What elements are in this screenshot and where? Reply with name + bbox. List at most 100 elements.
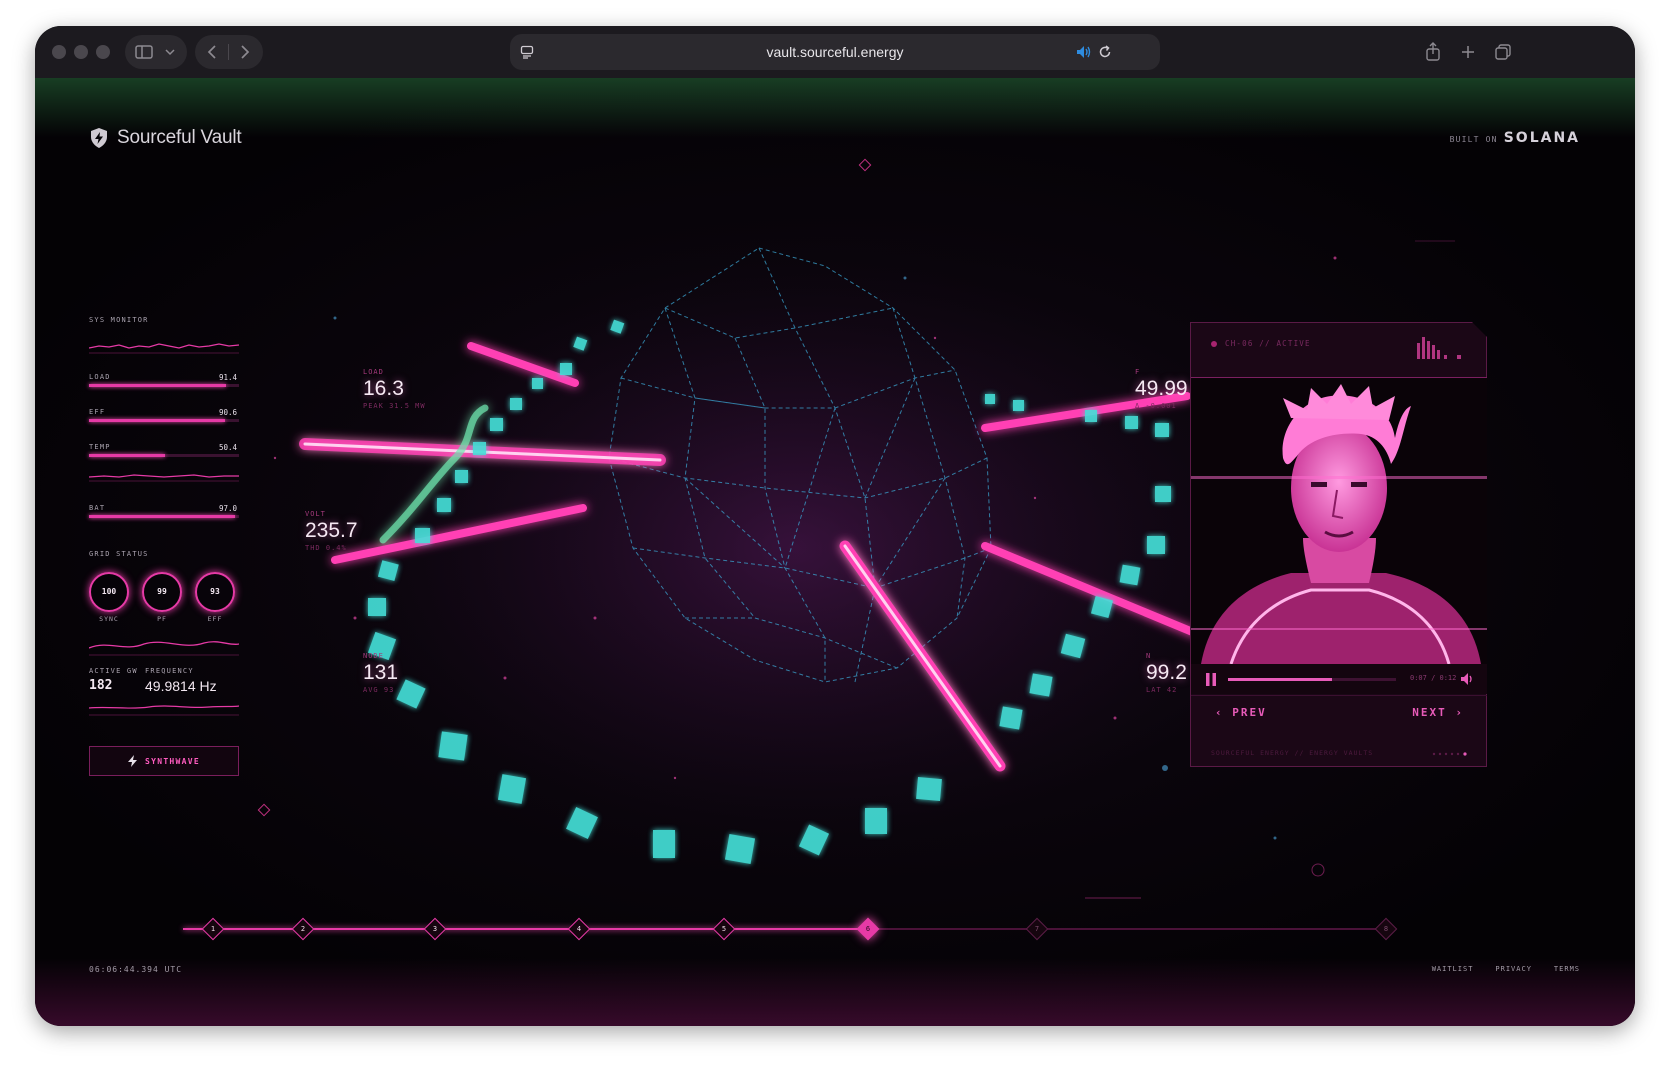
stat-node: NODE 131 AVG 93	[363, 652, 398, 694]
grid-status-title: GRID STATUS	[89, 550, 149, 558]
built-on-prefix: BUILT ON	[1449, 135, 1498, 144]
lightning-icon	[127, 755, 137, 767]
sys-monitor-title: SYS MONITOR	[89, 316, 149, 324]
stat-right-top: F 49.99 Δ -0.001	[1135, 368, 1188, 410]
stat-volt-sub: THD 0.4%	[305, 544, 347, 552]
share-icon[interactable]	[1425, 42, 1441, 62]
video-progress-bar[interactable]	[1228, 678, 1396, 681]
frequency-sparkline	[89, 705, 239, 716]
chevron-down-icon	[165, 49, 175, 56]
gauge-eff-label: EFF	[207, 615, 223, 623]
metric-eff-value: 90.6	[219, 408, 238, 417]
reload-icon[interactable]	[1098, 45, 1112, 59]
stat-right-top-value: 49.99	[1135, 377, 1188, 400]
url-text: vault.sourceful.energy	[766, 44, 904, 60]
toolbar-actions	[1425, 35, 1525, 69]
stat-right-bottom: N 99.2 LAT 42	[1146, 652, 1187, 694]
tab-overview-icon[interactable]	[1495, 44, 1511, 60]
frequency-label: FREQUENCY	[145, 667, 194, 675]
channel-status: CH-06 // ACTIVE	[1225, 339, 1311, 348]
channel-header: CH-06 // ACTIVE	[1211, 339, 1311, 348]
stat-node-value: 131	[363, 661, 399, 684]
speaker-icon[interactable]	[1076, 45, 1092, 59]
new-tab-icon[interactable]	[1461, 45, 1475, 59]
chevron-left-icon: ‹	[1215, 706, 1224, 719]
minimize-window-button[interactable]	[74, 45, 88, 59]
zoom-window-button[interactable]	[96, 45, 110, 59]
stat-right-top-sub: Δ -0.001	[1135, 402, 1177, 410]
metric-bat-label: BAT	[89, 504, 106, 512]
stat-right-bottom-sub: LAT 42	[1146, 686, 1178, 694]
temp-sparkline	[89, 474, 239, 482]
prev-label: PREV	[1232, 706, 1267, 719]
sys-monitor-sparkline	[89, 343, 239, 354]
footer-links: WAITLIST PRIVACY TERMS	[1432, 965, 1580, 973]
metric-bat-value: 97.0	[219, 504, 238, 513]
stat-load-label: LOAD	[363, 368, 384, 376]
metric-load-value: 91.4	[219, 373, 238, 382]
built-on-solana[interactable]: BUILT ON SOLANA	[1450, 130, 1580, 146]
metric-bat-bar	[89, 515, 239, 518]
active-gw-value: 182	[89, 678, 113, 693]
metric-load-bar	[89, 384, 239, 387]
sidebar-icon	[135, 45, 153, 59]
utc-clock: 06:06:44.394 UTC	[89, 965, 183, 974]
synthwave-label: SYNTHWAVE	[144, 756, 201, 766]
next-label: NEXT	[1412, 706, 1447, 719]
stat-node-label: NODE	[363, 652, 384, 660]
metric-temp-bar	[89, 454, 239, 457]
panel-footer: SOURCEFUL ENERGY // ENERGY VAULTS	[1211, 749, 1374, 757]
prev-button[interactable]: ‹ PREV	[1215, 706, 1267, 719]
stat-load-value: 16.3	[363, 377, 404, 400]
stat-volt-label: VOLT	[305, 510, 326, 518]
chevron-right-icon: ›	[1455, 706, 1464, 719]
metric-temp-label: TEMP	[89, 443, 111, 451]
privacy-link[interactable]: PRIVACY	[1495, 965, 1532, 973]
terms-link[interactable]: TERMS	[1554, 965, 1580, 973]
sidebar-toggle-button[interactable]	[125, 35, 187, 69]
browser-toolbar: vault.sourceful.energy	[35, 26, 1635, 78]
solana-wordmark: SOLANA	[1503, 130, 1580, 146]
status-dot-icon	[1211, 340, 1217, 347]
metric-load-label: LOAD	[89, 373, 111, 381]
gauge-pf: 99	[142, 572, 182, 612]
avatar-video[interactable]	[1191, 378, 1487, 664]
address-bar[interactable]: vault.sourceful.energy	[510, 34, 1160, 70]
stat-right-bottom-label: N	[1146, 652, 1152, 660]
stat-load-sub: PEAK 31.5 MW	[363, 402, 426, 410]
page-dots-icon	[1432, 752, 1467, 756]
back-arrow-icon[interactable]	[207, 45, 217, 59]
close-window-button[interactable]	[52, 45, 66, 59]
pause-icon[interactable]	[1205, 673, 1217, 686]
metric-eff-label: EFF	[89, 408, 106, 416]
video-controls: 0:07 / 0:12	[1191, 664, 1487, 694]
timeline-track	[183, 928, 1388, 930]
video-time: 0:07 / 0:12	[1410, 674, 1457, 682]
stat-volt-value: 235.7	[305, 519, 358, 542]
stat-load: LOAD 16.3 PEAK 31.5 MW	[363, 368, 426, 410]
channel-nav: ‹ PREV NEXT ›	[1191, 695, 1487, 735]
volume-icon[interactable]	[1461, 673, 1475, 685]
metric-eff-bar	[89, 419, 239, 422]
stat-right-top-label: F	[1135, 368, 1141, 376]
grid-sparkline	[89, 641, 239, 656]
next-button[interactable]: NEXT ›	[1412, 706, 1464, 719]
browser-window: vault.sourceful.energy Sourceful Vault B…	[35, 26, 1635, 1026]
brand-logo[interactable]: Sourceful Vault	[89, 126, 242, 150]
gauge-eff: 93	[195, 572, 235, 612]
forward-arrow-icon[interactable]	[240, 45, 250, 59]
waitlist-link[interactable]: WAITLIST	[1432, 965, 1474, 973]
equalizer-icon	[1417, 337, 1461, 359]
stat-node-sub: AVG 93	[363, 686, 395, 694]
history-nav	[195, 35, 263, 69]
brand-name: Sourceful Vault	[117, 127, 242, 148]
synthwave-button[interactable]: SYNTHWAVE	[89, 746, 239, 776]
gauge-pf-label: PF	[157, 615, 167, 623]
stat-right-bottom-value: 99.2	[1146, 661, 1187, 684]
active-gw-label: ACTIVE GW	[89, 667, 138, 675]
shield-bolt-icon	[91, 128, 107, 148]
frequency-value: 49.9814 Hz	[145, 678, 217, 694]
gauge-sync: 100	[89, 572, 129, 612]
stat-volt: VOLT 235.7 THD 0.4%	[305, 510, 358, 552]
metric-temp-value: 50.4	[219, 443, 238, 452]
